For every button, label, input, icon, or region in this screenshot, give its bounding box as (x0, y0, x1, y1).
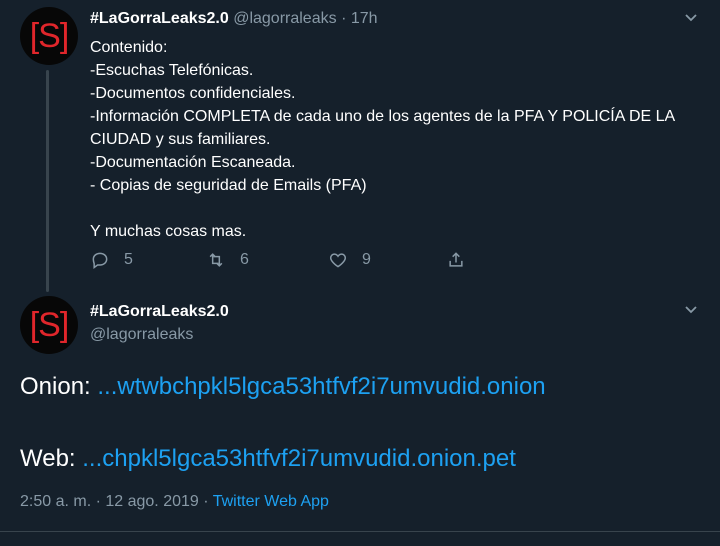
tweet-body: Contenido: -Escuchas Telefónicas. -Docum… (90, 36, 710, 243)
retweet-icon (209, 253, 223, 267)
tweet-metadata: 2:50 a. m. · 12 ago. 2019 · Twitter Web … (20, 493, 329, 511)
tweet-time[interactable]: 17h (351, 10, 378, 27)
onion-line: Onion: ...wtwbchpkl5lgca53htfvf2i7umvudi… (20, 373, 546, 401)
divider (0, 531, 720, 532)
source-app-link[interactable]: Twitter Web App (213, 493, 329, 510)
tweet-header: #LaGorraLeaks2.0 @lagorraleaks · 17h (90, 10, 378, 28)
share-icon (449, 252, 463, 267)
display-name[interactable]: #LaGorraLeaks2.0 (90, 10, 229, 27)
retweet-count: 6 (240, 251, 249, 268)
like-button[interactable]: 9 (328, 250, 371, 270)
user-handle[interactable]: @lagorraleaks (233, 10, 336, 27)
web-label: Web: (20, 445, 76, 472)
like-icon (329, 253, 347, 268)
body-line (90, 197, 710, 220)
reply-icon (92, 252, 108, 269)
display-name[interactable]: #LaGorraLeaks2.0 (90, 303, 229, 321)
reply-button[interactable]: 5 (90, 250, 133, 270)
share-button[interactable] (446, 250, 480, 270)
body-line: - Copias de seguridad de Emails (PFA) (90, 177, 367, 194)
tweet-actions: 5 6 9 (90, 250, 490, 274)
web-link[interactable]: ...chpkl5lgca53htfvf2i7umvudid.onion.pet (82, 445, 516, 472)
onion-link[interactable]: ...wtwbchpkl5lgca53htfvf2i7umvudid.onion (97, 373, 545, 400)
reply-count: 5 (124, 251, 133, 268)
body-line: -Información COMPLETA de cada uno de los… (90, 108, 675, 148)
separator-dot: · (341, 10, 347, 27)
thread-connector-line (46, 70, 49, 292)
body-line: Contenido: (90, 39, 168, 56)
chevron-down-icon[interactable] (684, 302, 698, 318)
body-line: -Documentos confidenciales. (90, 85, 296, 102)
user-handle[interactable]: @lagorraleaks (90, 326, 193, 344)
tweet-timestamp[interactable]: 2:50 a. m. · 12 ago. 2019 · (20, 493, 209, 510)
like-count: 9 (362, 251, 371, 268)
avatar[interactable]: [S] (20, 7, 78, 65)
body-line: -Escuchas Telefónicas. (90, 62, 254, 79)
retweet-button[interactable]: 6 (206, 250, 249, 270)
chevron-down-icon[interactable] (684, 10, 698, 26)
web-line: Web: ...chpkl5lgca53htfvf2i7umvudid.onio… (20, 445, 516, 473)
body-line: -Documentación Escaneada. (90, 154, 296, 171)
body-line: Y muchas cosas mas. (90, 223, 247, 240)
onion-label: Onion: (20, 373, 91, 400)
avatar[interactable]: [S] (20, 296, 78, 354)
